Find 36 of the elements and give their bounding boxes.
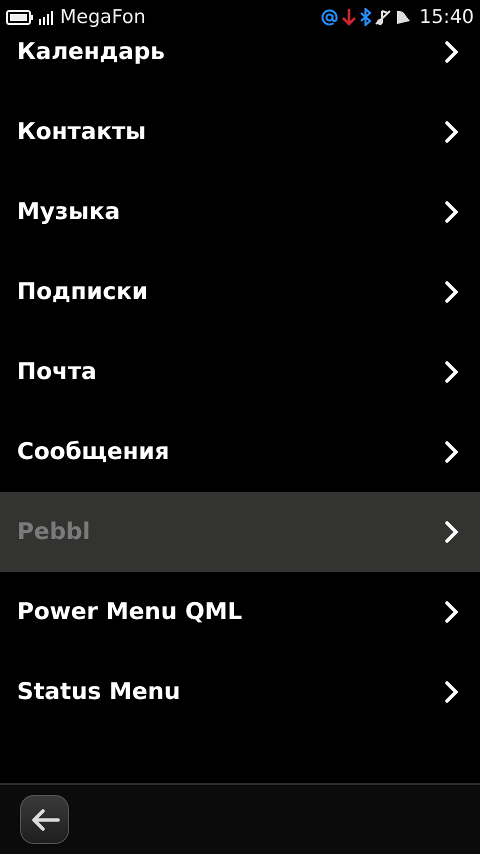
signal-icon — [38, 10, 56, 24]
menu-item[interactable]: Status Menu — [0, 652, 480, 732]
menu-item-label: Музыка — [17, 198, 120, 227]
menu-item-label: Сообщения — [17, 438, 170, 467]
menu-item-label: Календарь — [17, 38, 165, 67]
chevron-right-icon — [444, 200, 460, 224]
clock-time: 15:40 — [419, 4, 474, 30]
menu-item[interactable]: Power Menu QML — [0, 572, 480, 652]
chevron-right-icon — [444, 680, 460, 704]
menu-item[interactable]: Почта — [0, 332, 480, 412]
back-button[interactable] — [20, 795, 69, 844]
chevron-right-icon — [444, 280, 460, 304]
chevron-right-icon — [444, 120, 460, 144]
bluetooth-icon — [360, 8, 372, 26]
menu-item-label: Контакты — [17, 118, 146, 147]
menu-item-label: Power Menu QML — [17, 598, 242, 627]
chevron-right-icon — [444, 440, 460, 464]
menu-item[interactable]: Подписки — [0, 252, 480, 332]
chevron-right-icon — [444, 360, 460, 384]
chevron-right-icon — [444, 600, 460, 624]
download-arrow-icon — [342, 8, 356, 26]
at-sign-icon — [321, 8, 338, 26]
chevron-right-icon — [444, 40, 460, 64]
menu-item[interactable]: Музыка — [0, 172, 480, 252]
menu-item[interactable]: Календарь — [0, 34, 480, 92]
menu-item-label: Pebbl — [17, 518, 90, 547]
operator-name: MegaFon — [60, 4, 146, 30]
menu-item-label: Подписки — [17, 278, 148, 307]
muted-note-icon — [375, 8, 392, 26]
menu-item-label: Status Menu — [17, 678, 180, 707]
battery-icon — [6, 10, 34, 24]
chevron-right-icon — [444, 520, 460, 544]
menu-item-label: Почта — [17, 358, 97, 387]
menu-item[interactable]: Сообщения — [0, 412, 480, 492]
back-arrow-icon — [30, 808, 60, 832]
menu-item[interactable]: Контакты — [0, 92, 480, 172]
